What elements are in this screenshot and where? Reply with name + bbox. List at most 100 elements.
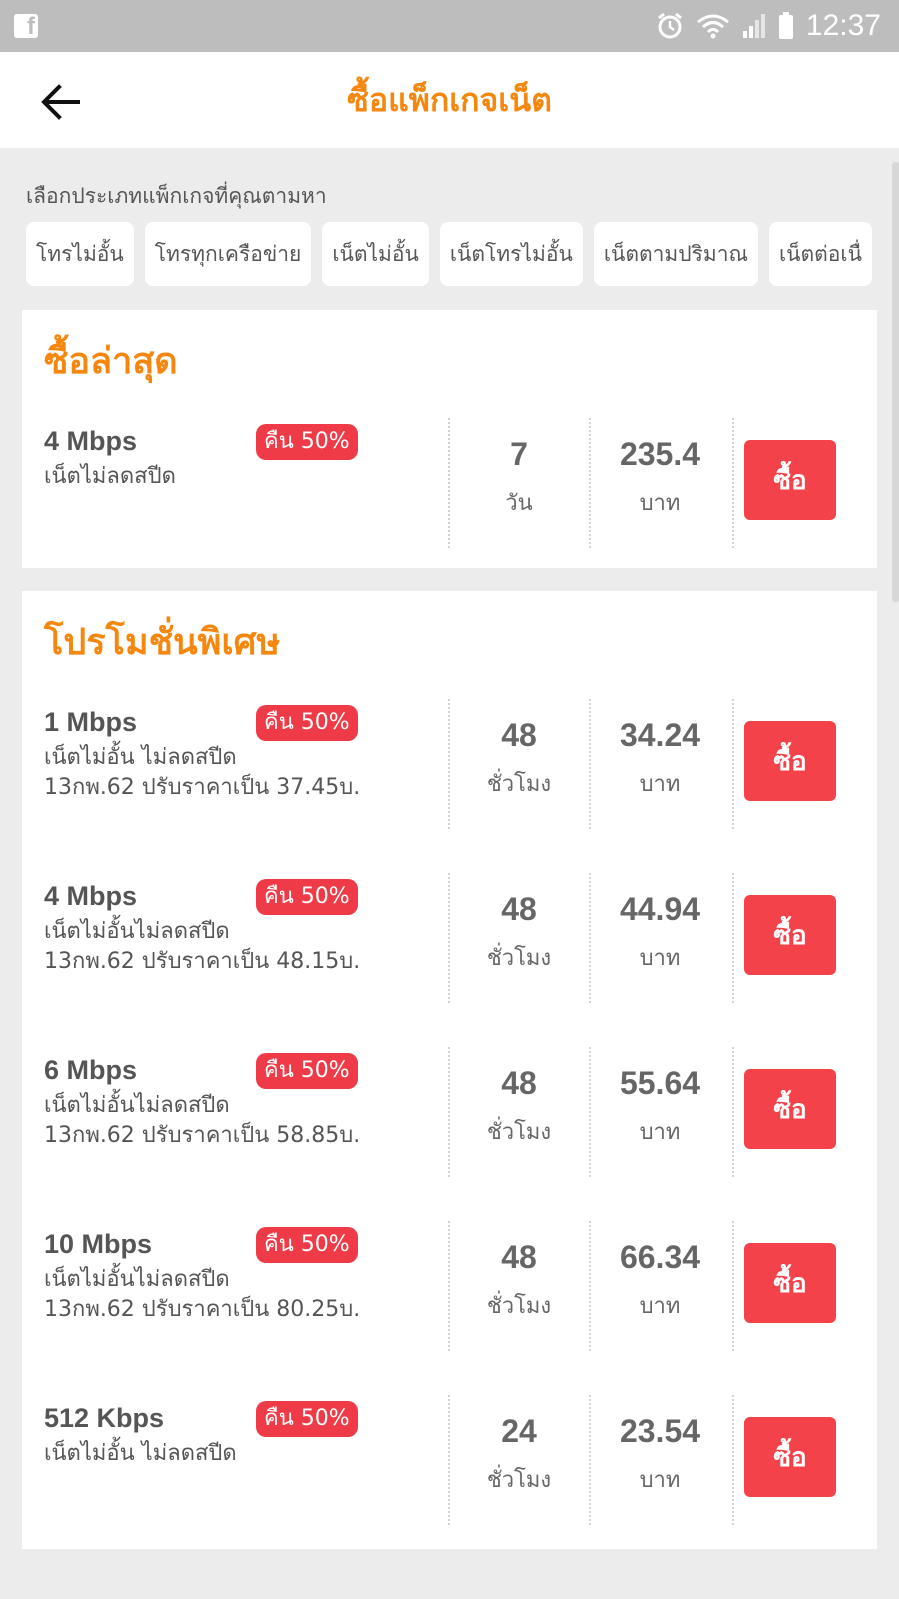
price-value: 66.34 — [619, 1239, 701, 1275]
battery-icon — [778, 12, 793, 39]
package-desc-line2: 13กพ.62 ปรับราคาเป็น 37.45บ. — [44, 775, 361, 800]
divider — [732, 418, 734, 548]
duration-unit: ชั่วโมง — [486, 946, 552, 971]
package-type-chips: โทรไม่อั้น โทรทุกเครือข่าย เน็ตไม่อั้น เน็ต… — [26, 222, 877, 288]
cashback-badge: คืน 50% — [256, 879, 358, 915]
chip-unlimited-net[interactable]: เน็ตไม่อั้น — [322, 222, 429, 286]
package-row: 1 Mbps คืน 50% เน็ตไม่อั้น ไม่ลดสปีด 13ก… — [22, 699, 877, 829]
price-currency: บาท — [639, 772, 681, 797]
divider — [732, 1221, 734, 1351]
buy-button[interactable]: ซื้อ — [744, 1417, 836, 1497]
recent-title: ซื้อล่าสุด — [44, 341, 178, 382]
buy-button[interactable]: ซื้อ — [744, 1243, 836, 1323]
package-desc-line1: เน็ตไม่ลดสปีด — [44, 464, 176, 489]
price-currency: บาท — [639, 1468, 681, 1493]
package-description: เน็ตไม่อั้นไม่ลดสปีด 13กพ.62 ปรับราคาเป็… — [44, 1265, 360, 1325]
duration-unit: ชั่วโมง — [486, 772, 552, 797]
cashback-badge: คืน 50% — [256, 705, 358, 741]
back-button[interactable] — [38, 80, 82, 124]
package-row: 512 Kbps คืน 50% เน็ตไม่อั้น ไม่ลดสปีด 2… — [22, 1395, 877, 1525]
chip-unlimited-net-call[interactable]: เน็ตโทรไม่อั้น — [439, 222, 583, 286]
duration: 48 ชั่วโมง — [450, 891, 588, 975]
duration-value: 48 — [501, 891, 537, 927]
package-row: 10 Mbps คืน 50% เน็ตไม่อั้นไม่ลดสปีด 13ก… — [22, 1221, 877, 1351]
package-desc-line1: เน็ตไม่อั้น ไม่ลดสปีด — [44, 745, 237, 770]
package-desc-line2: 13กพ.62 ปรับราคาเป็น 48.15บ. — [44, 949, 361, 974]
price: 235.4 บาท — [591, 436, 729, 520]
price-value: 235.4 — [619, 436, 701, 472]
price-value: 34.24 — [619, 717, 701, 753]
duration: 7 วัน — [450, 436, 588, 520]
duration: 48 ชั่วโมง — [450, 717, 588, 801]
package-desc-line1: เน็ตไม่อั้น ไม่ลดสปีด — [44, 1441, 237, 1466]
package-desc-line1: เน็ตไม่อั้นไม่ลดสปีด — [44, 919, 230, 944]
wifi-icon — [696, 14, 729, 39]
price-value: 55.64 — [619, 1065, 701, 1101]
signal-icon — [742, 14, 765, 38]
app-header: ซื้อแพ็กเกจเน็ต — [0, 52, 899, 148]
recent-card: ซื้อล่าสุด 4 Mbps คืน 50% เน็ตไม่ลดสปีด … — [22, 310, 877, 568]
promo-title: โปรโมชั่นพิเศษ — [44, 622, 281, 663]
filter-label: เลือกประเภทแพ็กเกจที่คุณตามหา — [26, 184, 327, 208]
divider — [732, 1047, 734, 1177]
scrollbar[interactable] — [892, 162, 899, 602]
package-row: 4 Mbps คืน 50% เน็ตไม่อั้นไม่ลดสปีด 13กพ… — [22, 873, 877, 1003]
duration: 48 ชั่วโมง — [450, 1239, 588, 1323]
package-desc-line2: 13กพ.62 ปรับราคาเป็น 80.25บ. — [44, 1297, 361, 1322]
package-description: เน็ตไม่อั้น ไม่ลดสปีด — [44, 1439, 237, 1469]
duration-unit: วัน — [505, 491, 533, 516]
cashback-badge: คืน 50% — [256, 1227, 358, 1263]
package-speed: 10 Mbps — [44, 1229, 153, 1259]
price: 34.24 บาท — [591, 717, 729, 801]
divider — [732, 699, 734, 829]
price: 44.94 บาท — [591, 891, 729, 975]
cashback-badge: คืน 50% — [256, 1401, 358, 1437]
divider — [732, 1395, 734, 1525]
divider — [732, 873, 734, 1003]
package-description: เน็ตไม่อั้นไม่ลดสปีด 13กพ.62 ปรับราคาเป็… — [44, 917, 360, 977]
back-arrow-icon — [41, 84, 80, 120]
duration: 48 ชั่วโมง — [450, 1065, 588, 1149]
package-description: เน็ตไม่อั้น ไม่ลดสปีด 13กพ.62 ปรับราคาเป… — [44, 743, 360, 803]
price: 66.34 บาท — [591, 1239, 729, 1323]
duration-value: 24 — [501, 1413, 537, 1449]
chip-unlimited-call[interactable]: โทรไม่อั้น — [26, 222, 134, 286]
price-currency: บาท — [639, 491, 681, 516]
package-speed: 6 Mbps — [44, 1055, 138, 1085]
package-speed: 512 Kbps — [44, 1403, 165, 1433]
chip-volume-net[interactable]: เน็ตตามปริมาณ — [593, 222, 758, 286]
package-speed: 4 Mbps — [44, 426, 138, 456]
promo-card: โปรโมชั่นพิเศษ 1 Mbps คืน 50% เน็ตไม่อั้… — [22, 591, 877, 1549]
duration-unit: ชั่วโมง — [486, 1468, 552, 1493]
chip-continuous-net[interactable]: เน็ตต่อเนื่ — [768, 222, 872, 286]
package-desc-line2: 13กพ.62 ปรับราคาเป็น 58.85บ. — [44, 1123, 361, 1148]
price: 23.54 บาท — [591, 1413, 729, 1497]
status-bar: f 12:37 — [0, 0, 899, 52]
package-description: เน็ตไม่ลดสปีด — [44, 462, 176, 492]
buy-button[interactable]: ซื้อ — [744, 895, 836, 975]
buy-button[interactable]: ซื้อ — [744, 440, 836, 520]
package-desc-line1: เน็ตไม่อั้นไม่ลดสปีด — [44, 1093, 230, 1118]
price-currency: บาท — [639, 1120, 681, 1145]
page-title: ซื้อแพ็กเกจเน็ต — [347, 80, 552, 119]
cashback-badge: คืน 50% — [256, 424, 358, 460]
duration-value: 48 — [501, 717, 537, 753]
chip-all-networks-call[interactable]: โทรทุกเครือข่าย — [144, 222, 312, 286]
price: 55.64 บาท — [591, 1065, 729, 1149]
buy-button[interactable]: ซื้อ — [744, 721, 836, 801]
duration: 24 ชั่วโมง — [450, 1413, 588, 1497]
status-icons: 12:37 — [656, 9, 881, 43]
duration-value: 7 — [510, 436, 528, 472]
buy-button[interactable]: ซื้อ — [744, 1069, 836, 1149]
package-speed: 1 Mbps — [44, 707, 138, 737]
alarm-icon — [657, 12, 682, 39]
facebook-icon: f — [14, 14, 38, 39]
duration-value: 48 — [501, 1239, 537, 1275]
package-row: 4 Mbps คืน 50% เน็ตไม่ลดสปีด 7 วัน 235.4… — [22, 418, 877, 548]
package-desc-line1: เน็ตไม่อั้นไม่ลดสปีด — [44, 1267, 230, 1292]
package-row: 6 Mbps คืน 50% เน็ตไม่อั้นไม่ลดสปีด 13กพ… — [22, 1047, 877, 1177]
package-description: เน็ตไม่อั้นไม่ลดสปีด 13กพ.62 ปรับราคาเป็… — [44, 1091, 360, 1151]
duration-unit: ชั่วโมง — [486, 1294, 552, 1319]
duration-value: 48 — [501, 1065, 537, 1101]
price-currency: บาท — [639, 946, 681, 971]
